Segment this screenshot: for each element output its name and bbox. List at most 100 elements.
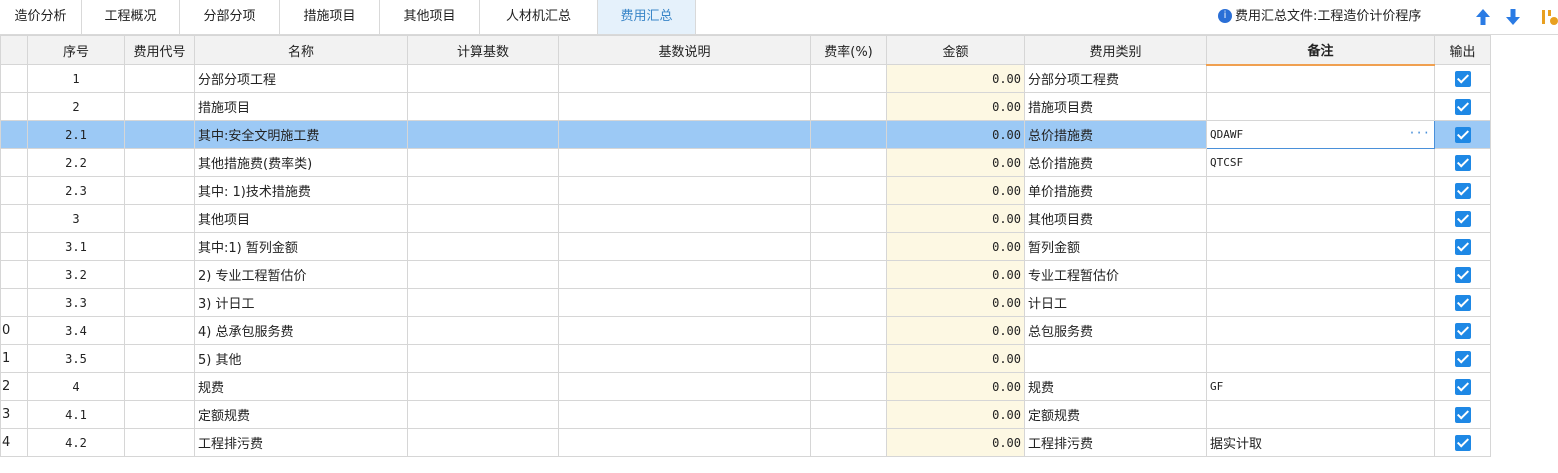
seq-cell[interactable]: 3 — [27, 204, 125, 233]
name-cell[interactable]: 3) 计日工 — [194, 288, 408, 317]
seq-cell[interactable]: 4.2 — [27, 428, 125, 457]
code-cell[interactable] — [124, 400, 195, 429]
base-cell[interactable] — [407, 260, 559, 289]
name-cell[interactable]: 其中:1) 暂列金额 — [194, 232, 408, 261]
column-header-output[interactable]: 输出 — [1434, 35, 1491, 65]
code-cell[interactable] — [124, 288, 195, 317]
base-desc-cell[interactable] — [558, 372, 811, 401]
base-desc-cell[interactable] — [558, 316, 811, 345]
tab-labor-material-summary[interactable]: 人材机汇总 — [480, 0, 598, 34]
rate-cell[interactable] — [810, 204, 887, 233]
amount-cell[interactable]: 0.00 — [886, 344, 1025, 373]
amount-cell[interactable]: 0.00 — [886, 260, 1025, 289]
code-cell[interactable] — [124, 92, 195, 121]
rate-cell[interactable] — [810, 428, 887, 457]
code-cell[interactable] — [124, 232, 195, 261]
amount-cell[interactable]: 0.00 — [886, 372, 1025, 401]
base-desc-cell[interactable] — [558, 344, 811, 373]
row-number-cell[interactable] — [0, 204, 28, 233]
table-row[interactable]: 4 4.2 工程排污费 0.00 工程排污费 据实计取 — [0, 428, 1491, 457]
column-header-remark[interactable]: 备注 — [1206, 35, 1435, 66]
base-cell[interactable] — [407, 176, 559, 205]
tab-other-items[interactable]: 其他项目 — [380, 0, 480, 34]
table-row[interactable]: 3.1 其中:1) 暂列金额 0.00 暂列金额 — [0, 232, 1491, 261]
checkbox-checked-icon[interactable] — [1454, 70, 1471, 87]
fee-type-cell[interactable]: 措施项目费 — [1024, 92, 1207, 121]
rate-cell[interactable] — [810, 64, 887, 93]
base-desc-cell[interactable] — [558, 176, 811, 205]
base-desc-cell[interactable] — [558, 204, 811, 233]
name-cell[interactable]: 定额规费 — [194, 400, 408, 429]
row-number-cell[interactable] — [0, 120, 28, 149]
table-row[interactable]: 2.2 其他措施费(费率类) 0.00 总价措施费 QTCSF — [0, 148, 1491, 177]
remark-cell[interactable] — [1206, 288, 1435, 317]
base-cell[interactable] — [407, 344, 559, 373]
arrow-down-icon[interactable] — [1504, 7, 1522, 27]
amount-cell[interactable]: 0.00 — [886, 120, 1025, 149]
rate-cell[interactable] — [810, 288, 887, 317]
rate-cell[interactable] — [810, 148, 887, 177]
tab-measures[interactable]: 措施项目 — [280, 0, 380, 34]
base-cell[interactable] — [407, 204, 559, 233]
fee-type-cell[interactable]: 定额规费 — [1024, 400, 1207, 429]
remark-cell[interactable] — [1206, 64, 1435, 93]
rate-cell[interactable] — [810, 232, 887, 261]
seq-cell[interactable]: 2.1 — [27, 120, 125, 149]
code-cell[interactable] — [124, 372, 195, 401]
fee-type-cell[interactable]: 工程排污费 — [1024, 428, 1207, 457]
toolbar-overflow-icon[interactable] — [1540, 7, 1558, 27]
fee-type-cell[interactable]: 分部分项工程费 — [1024, 64, 1207, 93]
fee-type-cell[interactable]: 总价措施费 — [1024, 120, 1207, 149]
remark-cell[interactable] — [1206, 92, 1435, 121]
row-number-cell[interactable] — [0, 260, 28, 289]
row-number-cell[interactable] — [0, 232, 28, 261]
column-header-base[interactable]: 计算基数 — [407, 35, 559, 65]
base-cell[interactable] — [407, 372, 559, 401]
row-number-cell[interactable] — [0, 176, 28, 205]
amount-cell[interactable]: 0.00 — [886, 428, 1025, 457]
remark-value[interactable]: QDAWF — [1210, 128, 1243, 141]
row-number-cell[interactable]: 2 — [0, 372, 28, 401]
remark-cell[interactable] — [1206, 344, 1435, 373]
seq-cell[interactable]: 2 — [27, 92, 125, 121]
seq-cell[interactable]: 4.1 — [27, 400, 125, 429]
name-cell[interactable]: 2) 专业工程暂估价 — [194, 260, 408, 289]
row-number-cell[interactable] — [0, 92, 28, 121]
rate-cell[interactable] — [810, 316, 887, 345]
code-cell[interactable] — [124, 176, 195, 205]
base-cell[interactable] — [407, 148, 559, 177]
rate-cell[interactable] — [810, 120, 887, 149]
code-cell[interactable] — [124, 344, 195, 373]
checkbox-checked-icon[interactable] — [1454, 406, 1471, 423]
checkbox-checked-icon[interactable] — [1454, 182, 1471, 199]
checkbox-checked-icon[interactable] — [1454, 210, 1471, 227]
row-number-cell[interactable]: 1 — [0, 344, 28, 373]
base-desc-cell[interactable] — [558, 428, 811, 457]
row-number-cell[interactable] — [0, 64, 28, 93]
arrow-up-icon[interactable] — [1474, 7, 1492, 27]
table-row[interactable]: 3 4.1 定额规费 0.00 定额规费 — [0, 400, 1491, 429]
remark-cell[interactable]: 据实计取 — [1206, 428, 1435, 457]
name-cell[interactable]: 其中:安全文明施工费 — [194, 120, 408, 149]
remark-cell[interactable] — [1206, 204, 1435, 233]
code-cell[interactable] — [124, 64, 195, 93]
remark-cell[interactable] — [1206, 316, 1435, 345]
row-number-cell[interactable] — [0, 288, 28, 317]
tab-fee-summary[interactable]: 费用汇总 — [598, 0, 696, 34]
fee-type-cell[interactable]: 规费 — [1024, 372, 1207, 401]
table-row[interactable]: 1 分部分项工程 0.00 分部分项工程费 — [0, 64, 1491, 93]
base-cell[interactable] — [407, 64, 559, 93]
column-header-amount[interactable]: 金额 — [886, 35, 1025, 65]
checkbox-checked-icon[interactable] — [1454, 266, 1471, 283]
remark-cell[interactable] — [1206, 176, 1435, 205]
remark-cell[interactable]: GF — [1206, 372, 1435, 401]
name-cell[interactable]: 5) 其他 — [194, 344, 408, 373]
checkbox-checked-icon[interactable] — [1454, 350, 1471, 367]
fee-type-cell[interactable] — [1024, 344, 1207, 373]
rate-cell[interactable] — [810, 344, 887, 373]
seq-cell[interactable]: 1 — [27, 64, 125, 93]
amount-cell[interactable]: 0.00 — [886, 176, 1025, 205]
ellipsis-icon[interactable]: ··· — [1408, 126, 1430, 140]
column-header-seq[interactable]: 序号 — [27, 35, 125, 65]
seq-cell[interactable]: 3.2 — [27, 260, 125, 289]
